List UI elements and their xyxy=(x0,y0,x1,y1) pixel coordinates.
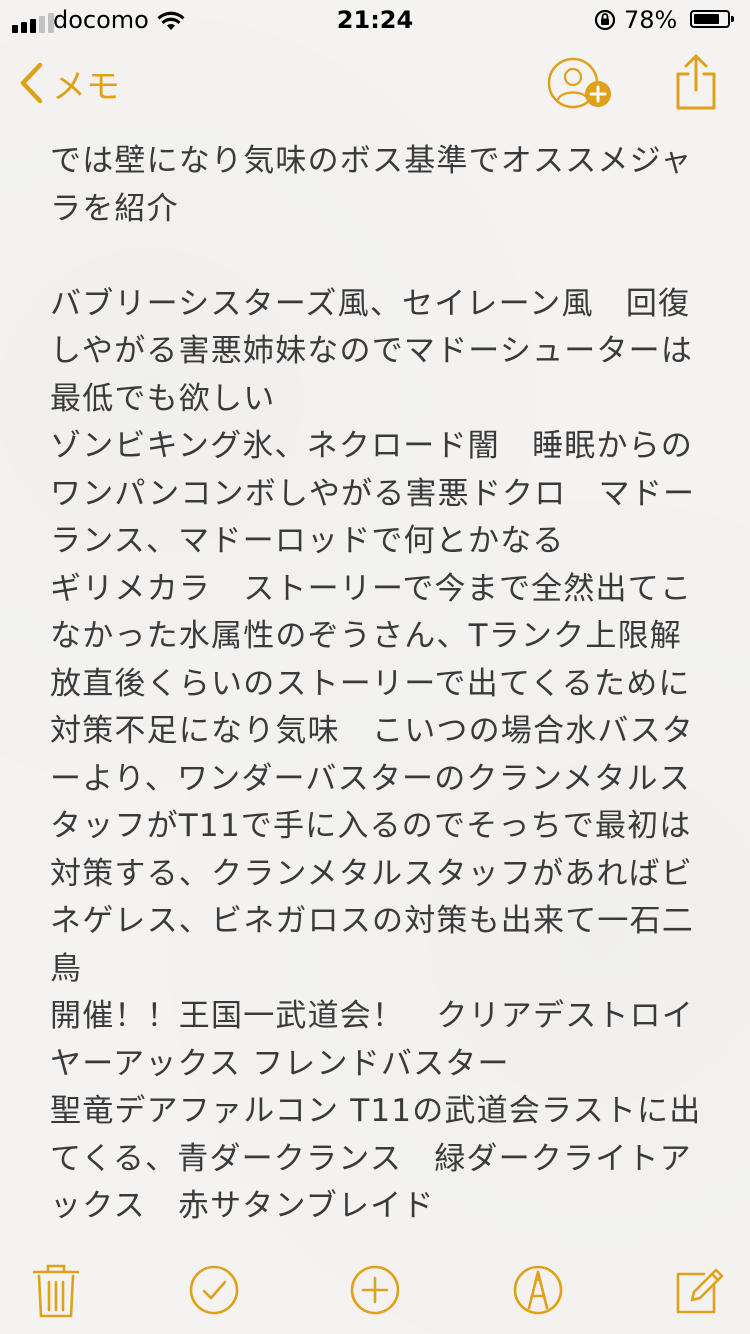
note-line: ックス 赤サタンブレイド xyxy=(50,1188,435,1224)
note-line: ゾンビキング氷、ネクロード闇 睡眠からの xyxy=(50,428,694,464)
share-button[interactable] xyxy=(672,52,720,112)
note-line: 放直後くらいのストーリーで出てくるために xyxy=(50,665,691,702)
back-button-label: メモ xyxy=(52,66,120,107)
note-line: 対策する、クランメタルスタッフがあればビ xyxy=(50,855,694,892)
note-line: ーより、ワンダーバスターのクランメタルス xyxy=(50,760,691,797)
note-line: 対策不足になり気味 こいつの場合水バスタ xyxy=(50,713,694,749)
compose-button[interactable] xyxy=(668,1260,728,1320)
note-line xyxy=(50,233,700,281)
note-line: ワンパンコンボしやがる害悪ドクロ マドー xyxy=(50,475,696,512)
add-button[interactable] xyxy=(345,1260,405,1320)
note-line: バブリーシスターズ風、セイレーン風 回復 xyxy=(50,285,691,322)
battery-fill xyxy=(694,14,719,24)
checklist-icon xyxy=(189,1265,239,1315)
note-line: 聖竜デアファルコン T11の武道会ラストに出 xyxy=(50,1093,702,1129)
note-line: 鳥 xyxy=(50,950,83,987)
back-button[interactable]: メモ xyxy=(18,58,120,108)
note-line: ラを紹介 xyxy=(50,190,179,227)
navigation-bar: メモ xyxy=(0,40,750,128)
note-line: なかった水属性のぞうさん、Tランク上限解 xyxy=(50,618,682,654)
trash-icon xyxy=(32,1264,80,1318)
sketch-button[interactable] xyxy=(508,1260,568,1320)
chevron-left-icon xyxy=(20,62,43,104)
share-icon xyxy=(676,54,716,110)
note-line: ランス、マドーロッドで何とかなる xyxy=(50,523,565,559)
delete-button[interactable] xyxy=(26,1260,86,1320)
note-body[interactable]: では壁になり気味のボス基準でオススメジャ ラを紹介 バブリーシスターズ風、セイレー… xyxy=(50,138,700,1231)
note-line: しやがる害悪姉妹なのでマドーシューターは xyxy=(50,333,694,369)
battery-icon xyxy=(690,10,734,28)
add-person-button[interactable] xyxy=(546,56,616,112)
sketch-icon xyxy=(513,1265,563,1315)
note-line: 最低でも欲しい xyxy=(50,380,276,417)
note-line: タッフがT11で手に入るのでそっちで最初は xyxy=(50,808,692,844)
rotation-lock-icon xyxy=(594,9,616,31)
note-line: では壁になり気味のボス基準でオススメジャ xyxy=(50,143,693,179)
note-line: ギリメカラ ストーリーで今まで全然出てこ xyxy=(50,570,693,607)
add-icon xyxy=(350,1265,400,1315)
status-bar: docomo 21:24 78% xyxy=(0,0,750,40)
add-person-icon xyxy=(547,57,611,109)
bottom-toolbar xyxy=(0,1246,750,1334)
checklist-button[interactable] xyxy=(184,1260,244,1320)
note-line: ヤーアックス フレンドバスター xyxy=(50,1045,510,1082)
note-line: ネゲレス、ビネガロスの対策も出来て一石二 xyxy=(50,903,694,939)
note-line: てくる、青ダークランス 緑ダークライトア xyxy=(50,1140,692,1177)
battery-percent: 78% xyxy=(624,6,678,34)
compose-icon xyxy=(676,1268,724,1314)
note-line: 開催！！王国一武道会！ クリアデストロイ xyxy=(50,998,694,1034)
